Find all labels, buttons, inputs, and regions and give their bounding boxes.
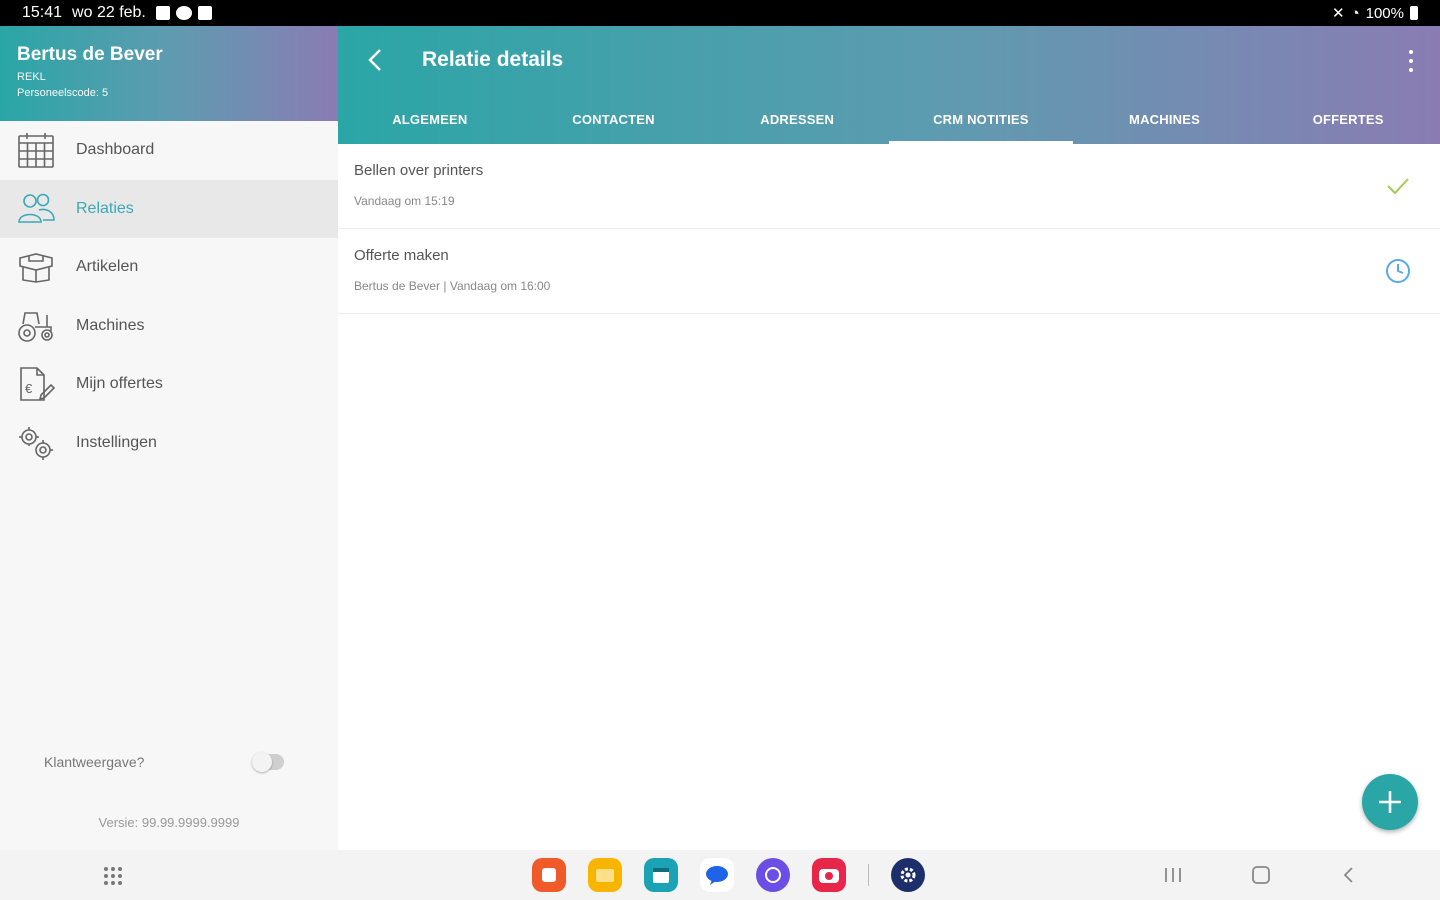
tab-contacten[interactable]: CONTACTEN	[522, 94, 706, 144]
sidebar-item-label: Artikelen	[76, 258, 139, 276]
app-version: Versie: 99.99.9999.9999	[98, 815, 240, 830]
tab-adressen[interactable]: ADRESSEN	[705, 94, 889, 144]
files-app-icon[interactable]	[588, 858, 622, 892]
internet-app-icon[interactable]	[756, 858, 790, 892]
sidebar-item-label: Instellingen	[76, 433, 157, 451]
sidebar-item-artikelen[interactable]: Artikelen	[0, 238, 338, 297]
recent-apps-button[interactable]	[1162, 864, 1184, 891]
note-title: Bellen over printers	[354, 162, 484, 179]
download-notification-icon	[197, 6, 212, 20]
main-content: Relatie details ALGEMEEN CONTACTEN ADRES…	[338, 26, 1440, 850]
system-back-button[interactable]	[1338, 864, 1360, 891]
home-icon	[1252, 866, 1270, 884]
customer-view-label: Klantweergave?	[44, 754, 145, 770]
status-date: wo 22 feb.	[72, 4, 146, 21]
dot	[1409, 59, 1413, 63]
sidebar-item-mijn-offertes[interactable]: € Mijn offertes	[0, 355, 338, 414]
customer-view-toggle[interactable]	[252, 752, 284, 772]
check-icon	[1387, 178, 1409, 195]
battery-icon	[1410, 6, 1418, 20]
plus-icon	[1379, 791, 1401, 813]
user-role: REKL	[17, 71, 46, 83]
box-icon	[16, 247, 56, 287]
eye-notification-icon	[175, 6, 192, 20]
more-options-button[interactable]	[1406, 50, 1416, 72]
wifi-icon: ◔	[1350, 4, 1360, 22]
recents-icon	[1165, 868, 1181, 882]
dock-separator	[868, 864, 869, 886]
tab-bar: ALGEMEEN CONTACTEN ADRESSEN CRM NOTITIES…	[338, 94, 1440, 144]
app-bar: Relatie details ALGEMEEN CONTACTEN ADRES…	[338, 26, 1440, 144]
mute-icon: ✕	[1331, 5, 1345, 22]
calendar-app-icon[interactable]	[644, 858, 678, 892]
calendar-icon	[16, 130, 56, 170]
system-nav-bar	[0, 850, 1440, 900]
sidebar-item-relaties[interactable]: Relaties	[0, 179, 338, 238]
chevron-left-icon	[1343, 867, 1353, 883]
back-button[interactable]	[364, 46, 388, 74]
gears-icon	[16, 423, 56, 463]
dot	[1409, 68, 1413, 72]
tab-machines[interactable]: MACHINES	[1073, 94, 1257, 144]
tab-offertes[interactable]: OFFERTES	[1256, 94, 1440, 144]
quote-document-icon: €	[16, 364, 56, 404]
back-arrow-icon	[368, 49, 381, 71]
gallery-notification-icon	[155, 6, 170, 20]
dot	[1409, 50, 1413, 54]
users-icon	[16, 189, 56, 229]
note-subtitle: Vandaag om 15:19	[354, 194, 455, 208]
app-drawer-icon[interactable]	[104, 867, 122, 885]
svg-text:€: €	[25, 381, 33, 396]
notes-app-icon[interactable]	[532, 858, 566, 892]
sidebar-item-label: Mijn offertes	[76, 375, 163, 393]
add-note-button[interactable]	[1362, 774, 1418, 830]
sidebar-item-machines[interactable]: Machines	[0, 297, 338, 356]
list-item[interactable]: Bellen over printers Vandaag om 15:19	[338, 144, 1440, 229]
sidebar-item-instellingen[interactable]: Instellingen	[0, 414, 338, 473]
toggle-knob	[252, 752, 272, 772]
clock-icon	[1386, 259, 1410, 283]
sidebar-item-label: Dashboard	[76, 141, 155, 159]
customer-view-setting: Klantweergave?	[44, 752, 284, 772]
user-name: Bertus de Bever	[17, 44, 163, 65]
list-item[interactable]: Offerte maken Bertus de Bever | Vandaag …	[338, 229, 1440, 314]
camera-app-icon[interactable]	[812, 858, 846, 892]
user-profile-header: Bertus de Bever REKL Personeelscode: 5	[0, 26, 338, 121]
sidebar-nav: Dashboard Relaties Artikelen Machines € …	[0, 121, 338, 472]
sidebar-item-label: Machines	[76, 316, 145, 334]
battery-percentage: 100%	[1365, 4, 1404, 22]
home-button[interactable]	[1250, 864, 1272, 891]
note-title: Offerte maken	[354, 247, 449, 264]
status-time: 15:41	[22, 4, 63, 21]
status-bar: 15:41 wo 22 feb. ✕ ◔ 100%	[0, 0, 1440, 26]
settings-app-icon[interactable]	[891, 858, 925, 892]
sidebar-item-label: Relaties	[76, 199, 134, 217]
note-subtitle: Bertus de Bever | Vandaag om 16:00	[354, 279, 551, 293]
messages-app-icon[interactable]	[700, 858, 734, 892]
tab-algemeen[interactable]: ALGEMEEN	[338, 94, 522, 144]
tab-crm-notities[interactable]: CRM NOTITIES	[889, 94, 1073, 144]
page-title: Relatie details	[422, 48, 564, 71]
employee-code: Personeelscode: 5	[17, 87, 109, 99]
sidebar: Bertus de Bever REKL Personeelscode: 5 D…	[0, 26, 338, 850]
app-dock	[532, 858, 925, 892]
sidebar-item-dashboard[interactable]: Dashboard	[0, 121, 338, 180]
tractor-icon	[16, 306, 56, 346]
crm-notes-list: Bellen over printers Vandaag om 15:19 Of…	[338, 144, 1440, 314]
